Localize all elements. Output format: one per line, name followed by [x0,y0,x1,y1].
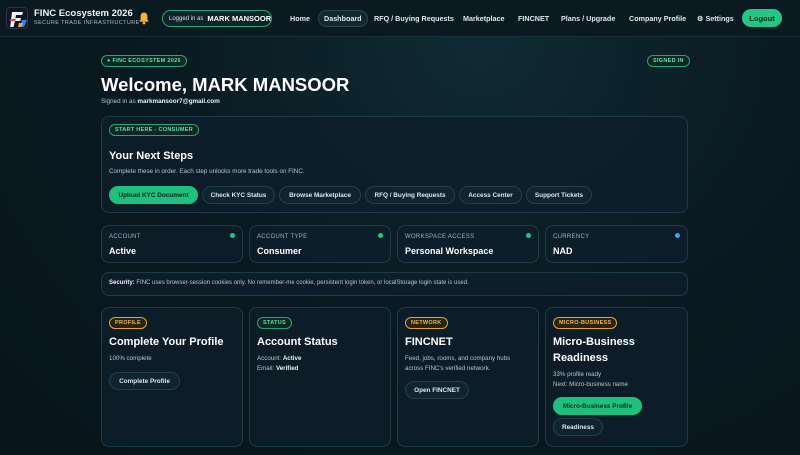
readiness-button[interactable]: Readiness [553,418,603,436]
micro-business-profile-button[interactable]: Micro-Business Profile [553,397,642,415]
logged-in-indicator: Logged in as MARK MANSOOR [162,10,272,27]
stat-label-account-type: ACCOUNT TYPE [257,234,308,240]
brand-tagline: SECURE TRADE INFRASTRUCTURE [34,20,140,26]
status-dot [230,233,235,238]
status-dot [526,233,531,238]
email-value: Verified [275,365,299,372]
stat-value-workspace-access: Personal Workspace [405,246,494,256]
check-kyc-status-button[interactable]: Check KYC Status [202,186,275,204]
stat-label-account: ACCOUNT [109,234,141,240]
security-text: Security: FINC uses browser-session cook… [109,280,469,286]
profile-completion-text: 100% complete [109,355,152,362]
logged-in-user: MARK MANSOOR [207,14,272,23]
nav-home[interactable]: Home [290,10,310,27]
rfq-buying-requests-button[interactable]: RFQ / Buying Requests [365,186,455,204]
fincnet-text-line1: Feed, jobs, rooms, and company hubs [405,355,511,362]
nav-rfq[interactable]: RFQ / Buying Requests [374,10,454,27]
ecosystem-eyebrow-pill: ● FINC ECOSYSTEM 2026 [101,55,187,67]
account-status-title: Account Status [257,336,338,348]
bell-icon[interactable] [138,11,150,25]
email-label: Email: [257,365,275,372]
nav-plans[interactable]: Plans / Upgrade [561,10,615,27]
stat-label-workspace-access: WORKSPACE ACCESS [405,234,475,240]
micro-business-progress-text: 33% profile ready [553,371,602,378]
profile-badge: PROFILE [109,317,147,329]
open-fincnet-button[interactable]: Open FINCNET [405,381,469,399]
account-label: Account: [257,355,282,362]
stat-card-account-type [249,225,391,263]
security-message: FINC uses browser-session cookies only. … [136,280,469,286]
page-title: Welcome, MARK MANSOOR [101,74,350,95]
security-label: Security: [109,280,135,286]
stat-card-currency [545,225,688,263]
fincnet-title: FINCNET [405,336,453,348]
nav-fincnet[interactable]: FINCNET [518,10,549,27]
complete-profile-button[interactable]: Complete Profile [109,372,180,390]
finc-logo-icon[interactable] [6,7,28,29]
stat-label-currency: CURRENCY [553,234,590,240]
stat-value-account: Active [109,246,137,256]
account-status-line: Account: Active [257,354,301,364]
micro-business-badge: MICRO-BUSINESS [553,317,618,329]
next-steps-description: Complete these in order. Each step unloc… [109,168,305,175]
signed-in-prefix: Signed in as [101,98,136,105]
status-dot [378,233,383,238]
upload-kyc-button[interactable]: Upload KYC Document [109,186,198,204]
support-tickets-button[interactable]: Support Tickets [526,186,592,204]
signed-in-line: Signed in as markmansoor7@gmail.com [101,98,220,105]
fincnet-text-line2: across FINC's verified network. [405,365,491,372]
signed-in-email: markmansoor7@gmail.com [137,98,220,105]
logout-button[interactable]: Logout [742,9,782,27]
browse-marketplace-button[interactable]: Browse Marketplace [279,186,361,204]
next-steps-title: Your Next Steps [109,150,194,162]
top-navbar: FINC Ecosystem 2026 SECURE TRADE INFRAST… [0,0,800,37]
nav-settings[interactable]: ⚙ Settings [697,10,734,27]
micro-business-title-line1: Micro-Business [553,336,635,348]
signed-in-status-pill: SIGNED IN [647,55,690,67]
profile-card-title: Complete Your Profile [109,336,224,348]
stat-card-account [101,225,243,263]
micro-business-next-step: Next: Micro-business name [553,381,628,388]
start-here-badge: START HERE - CONSUMER [109,124,200,136]
micro-business-title-line2: Readiness [553,352,609,364]
account-value: Active [282,355,302,362]
stat-value-currency: NAD [553,246,573,256]
network-badge: NETWORK [405,317,448,329]
nav-marketplace[interactable]: Marketplace [463,10,505,27]
brand-block: FINC Ecosystem 2026 SECURE TRADE INFRAST… [34,8,140,27]
status-badge: STATUS [257,317,292,329]
nav-dashboard[interactable]: Dashboard [318,10,368,27]
email-status-line: Email: Verified [257,364,298,374]
logged-in-prefix: Logged in as [169,15,204,22]
brand-name: FINC Ecosystem 2026 [34,8,133,19]
stat-card-workspace-access [397,225,539,263]
nav-company-profile[interactable]: Company Profile [629,10,686,27]
stat-value-account-type: Consumer [257,246,302,256]
access-center-button[interactable]: Access Center [459,186,522,204]
status-dot [675,233,680,238]
